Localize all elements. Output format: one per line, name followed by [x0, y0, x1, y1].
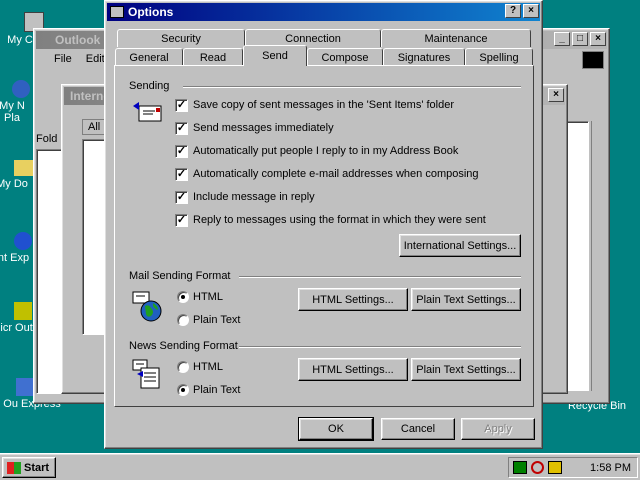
outlook-express-icon: [16, 378, 34, 396]
options-window-icon: [110, 6, 124, 18]
desktop-icon-outlook[interactable]: Micr Out: [0, 302, 36, 334]
taskbar: Start 1:58 PM: [0, 453, 640, 480]
ok-button[interactable]: OK: [298, 417, 374, 441]
windows-flag-icon: [7, 461, 21, 474]
send-immediately-checkbox[interactable]: ✓: [175, 122, 188, 135]
desktop-icon-documents[interactable]: My Do: [0, 160, 36, 190]
tab-security[interactable]: Security: [117, 29, 245, 47]
auto-complete-label[interactable]: Automatically complete e-mail addresses …: [193, 168, 479, 180]
options-title: Options: [128, 5, 174, 19]
auto-address-book-checkbox[interactable]: ✓: [175, 145, 188, 158]
desktop-icon-label: My Do: [0, 178, 28, 190]
help-button[interactable]: ?: [505, 4, 521, 18]
mail-html-radio[interactable]: [177, 291, 189, 303]
news-html-settings-button[interactable]: HTML Settings...: [298, 358, 408, 381]
desktop-icon-label: Int Exp: [0, 252, 30, 264]
network-tray-icon[interactable]: [513, 461, 527, 474]
ie-icon: [14, 232, 32, 250]
folder-icon: [14, 160, 34, 176]
start-button[interactable]: Start: [2, 457, 56, 478]
mail-globe-icon: [131, 290, 163, 322]
close-button[interactable]: ×: [590, 32, 606, 46]
news-plain-text-settings-button[interactable]: Plain Text Settings...: [411, 358, 521, 381]
menu-file[interactable]: File: [54, 53, 72, 65]
clock[interactable]: 1:58 PM: [590, 462, 631, 474]
international-settings-button[interactable]: International Settings...: [399, 234, 521, 257]
close-button[interactable]: ×: [523, 4, 539, 18]
save-sent-copy-checkbox[interactable]: ✓: [175, 99, 188, 112]
desktop-icon-network[interactable]: My N Pla: [0, 80, 34, 124]
mail-html-label[interactable]: HTML: [193, 291, 223, 303]
tab-panel-send: Sending ✓ Save copy of sent messages in …: [114, 65, 534, 407]
tab-compose[interactable]: Compose: [307, 48, 383, 66]
desktop-icon-label: Micr Out: [0, 322, 33, 334]
tab-send[interactable]: Send: [243, 45, 307, 66]
news-plain-text-label[interactable]: Plain Text: [193, 384, 241, 396]
mail-format-group-label: Mail Sending Format: [129, 270, 231, 282]
outlook-icon: [14, 302, 32, 320]
start-label: Start: [24, 461, 50, 474]
save-sent-copy-label[interactable]: Save copy of sent messages in the 'Sent …: [193, 99, 454, 111]
internet-close-button[interactable]: ×: [548, 88, 564, 102]
mail-plain-text-radio[interactable]: [177, 314, 189, 326]
reply-format-label[interactable]: Reply to messages using the format in wh…: [193, 214, 486, 226]
folder-list-label: Fold: [36, 133, 58, 145]
folder-tree[interactable]: [36, 149, 64, 394]
include-message-checkbox[interactable]: ✓: [175, 191, 188, 204]
news-plain-text-radio[interactable]: [177, 384, 189, 396]
auto-address-book-label[interactable]: Automatically put people I reply to in m…: [193, 145, 458, 157]
network-icon: [12, 80, 30, 98]
send-immediately-label[interactable]: Send messages immediately: [193, 122, 334, 134]
sending-group-label: Sending: [129, 80, 170, 92]
windows-logo-icon: [582, 51, 604, 69]
outlook-title: Outlook: [55, 33, 101, 47]
reply-format-checkbox[interactable]: ✓: [175, 214, 188, 227]
scheduler-tray-icon[interactable]: [548, 461, 562, 474]
tab-signatures[interactable]: Signatures: [383, 48, 465, 66]
send-mail-icon: [133, 100, 163, 124]
cancel-button[interactable]: Cancel: [381, 418, 455, 440]
minimize-button[interactable]: _: [554, 32, 570, 46]
auto-complete-checkbox[interactable]: ✓: [175, 168, 188, 181]
news-document-icon: [131, 358, 163, 390]
system-tray: 1:58 PM: [508, 457, 638, 478]
options-titlebar[interactable]: Options: [107, 3, 540, 21]
no-entry-tray-icon[interactable]: [531, 461, 544, 474]
desktop-icon-ie[interactable]: Int Exp: [0, 232, 36, 264]
mail-plain-text-label[interactable]: Plain Text: [193, 314, 241, 326]
mail-html-settings-button[interactable]: HTML Settings...: [298, 288, 408, 311]
tab-read[interactable]: Read: [183, 48, 243, 66]
apply-button[interactable]: Apply: [461, 418, 535, 440]
desktop-icon-label: My N Pla: [0, 100, 25, 124]
tab-maintenance[interactable]: Maintenance: [381, 29, 531, 47]
scrollbar[interactable]: [591, 121, 607, 391]
desktop-icon-label: My C: [7, 34, 33, 46]
news-format-group-label: News Sending Format: [129, 340, 238, 352]
include-message-label[interactable]: Include message in reply: [193, 191, 315, 203]
tab-all[interactable]: All: [82, 119, 107, 135]
menu-edit[interactable]: Edit: [86, 53, 105, 65]
news-html-radio[interactable]: [177, 361, 189, 373]
mail-plain-text-settings-button[interactable]: Plain Text Settings...: [411, 288, 521, 311]
options-dialog[interactable]: Options ? × Security Connection Maintena…: [104, 0, 543, 449]
news-html-label[interactable]: HTML: [193, 361, 223, 373]
maximize-button[interactable]: □: [572, 32, 588, 46]
tab-general[interactable]: General: [115, 48, 183, 66]
tab-spelling[interactable]: Spelling: [465, 48, 533, 66]
